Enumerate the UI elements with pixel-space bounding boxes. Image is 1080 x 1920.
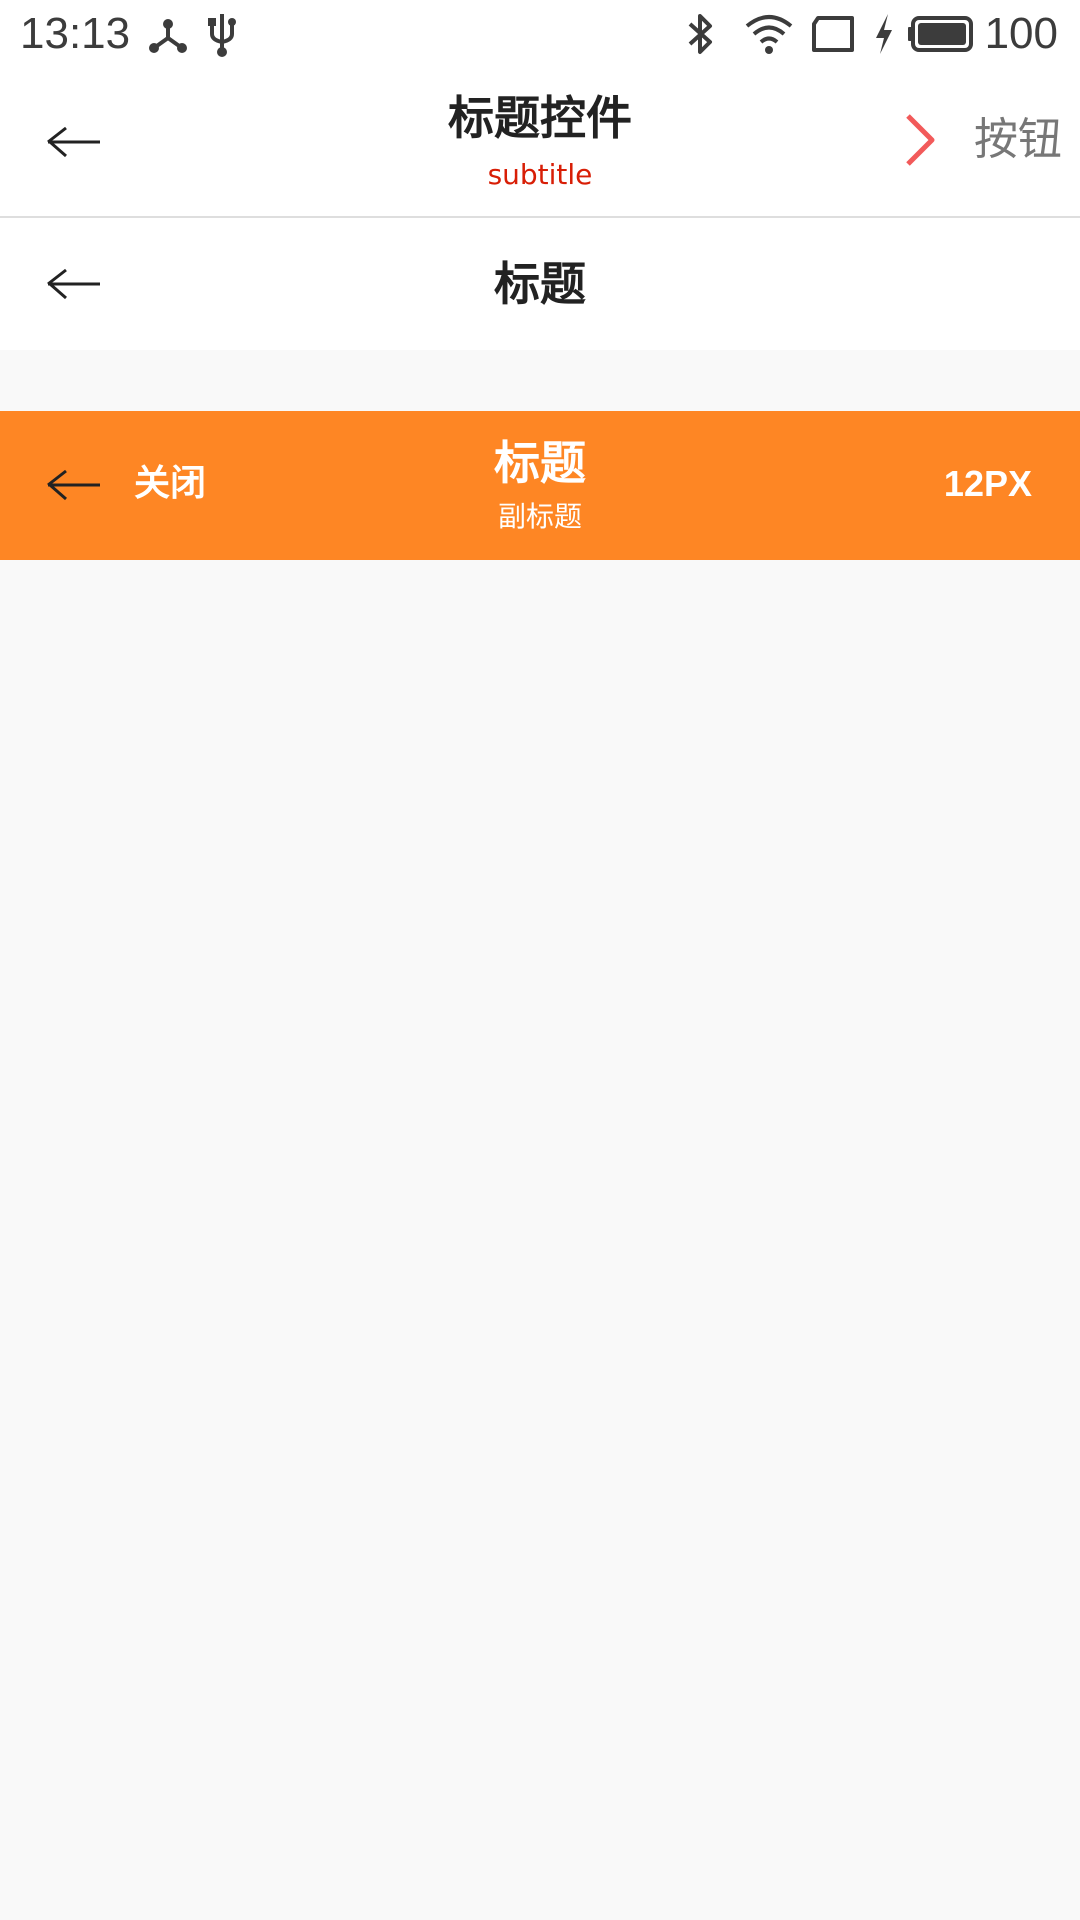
share-network-icon [149, 19, 187, 53]
screen-cast-icon [812, 16, 854, 52]
content-area [0, 560, 1080, 1920]
screen: 13:13 100 标题控件 subtitle 按钮 标题 关闭 标题 副标题 … [0, 0, 1080, 1920]
wifi-icon [745, 15, 793, 54]
orange-title: 标题 [494, 436, 586, 490]
simple-title: 标题 [494, 257, 586, 311]
title-bar-with-subtitle: 标题控件 subtitle 按钮 [0, 68, 1080, 218]
title-bar-simple: 标题 [0, 218, 1080, 350]
orange-subtitle: 副标题 [497, 500, 582, 533]
usb-icon [208, 14, 236, 57]
bluetooth-icon [688, 14, 712, 54]
right-action-button[interactable]: 按钮 [900, 106, 1062, 174]
chevron-right-icon [906, 114, 935, 166]
battery-icon [908, 16, 973, 52]
right-button-label: 按钮 [974, 114, 1062, 165]
right-text-button[interactable]: 12PX [944, 461, 1032, 507]
status-time: 13:13 [20, 9, 131, 58]
title-bar-orange: 关闭 标题 副标题 12PX [0, 411, 1080, 560]
charging-bolt-icon [876, 14, 892, 54]
battery-level: 100 [984, 9, 1058, 58]
status-bar: 13:13 100 [0, 0, 1080, 68]
